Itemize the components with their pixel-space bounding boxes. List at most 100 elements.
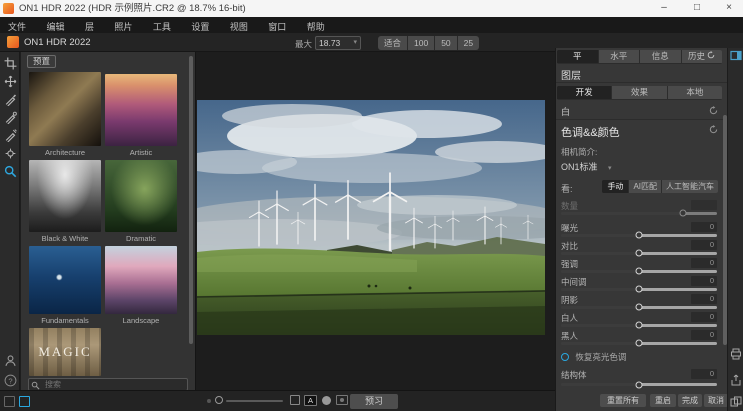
compare-toggle-icon[interactable]	[290, 395, 300, 405]
retouch-brush-icon[interactable]	[4, 129, 17, 142]
minimize-button[interactable]: –	[650, 0, 678, 17]
preset-dramatic-thumb[interactable]	[105, 160, 177, 232]
tool-rail: ?	[0, 52, 20, 390]
tab-info[interactable]: 信息	[640, 50, 681, 63]
contrast-value[interactable]: 0	[691, 240, 717, 250]
whites-slider-row: 白人 0	[561, 312, 717, 330]
mask-bug-icon[interactable]	[4, 147, 17, 160]
blacks-slider[interactable]	[561, 342, 717, 345]
zoom-slider-track[interactable]	[226, 400, 283, 402]
move-tool-icon[interactable]	[4, 75, 17, 88]
slider-knob[interactable]	[636, 286, 643, 293]
slider-knob[interactable]	[679, 210, 686, 217]
exposure-value[interactable]: 0	[691, 222, 717, 232]
slider-knob[interactable]	[636, 381, 643, 388]
close-button[interactable]: ×	[715, 0, 743, 17]
structure-slider[interactable]	[561, 383, 717, 386]
preset-architecture-thumb[interactable]	[29, 72, 101, 146]
fit-button[interactable]: 适合	[378, 36, 407, 50]
tab-history[interactable]: 历史	[682, 50, 723, 63]
zoom-max-label: 最大	[295, 38, 312, 50]
camera-profile-dropdown[interactable]: ON1标准 ▾	[561, 160, 718, 173]
browse-mode-icon[interactable]	[4, 396, 15, 407]
edit-mode-icon[interactable]	[19, 396, 30, 407]
midtones-value[interactable]: 0	[691, 276, 717, 286]
preset-black-white-thumb[interactable]	[29, 160, 101, 232]
preset-fundamentals-thumb[interactable]	[29, 246, 101, 314]
zoom-100-button[interactable]: 100	[408, 36, 434, 50]
search-input[interactable]	[43, 379, 183, 390]
tab-local[interactable]: 本地	[668, 86, 722, 99]
zoom-value-dropdown[interactable]: 18.73▾	[315, 36, 361, 50]
help-icon[interactable]: ?	[4, 374, 17, 387]
reset-all-button[interactable]: 重置所有	[600, 394, 646, 407]
tone-ai-match-button[interactable]: AI匹配	[629, 180, 661, 193]
mask-view-icon[interactable]	[322, 396, 331, 405]
zoom-25-button[interactable]: 25	[458, 36, 479, 50]
printer-icon[interactable]	[730, 348, 742, 360]
contrast-slider[interactable]	[561, 252, 717, 255]
preview-button[interactable]: 预习	[350, 394, 398, 409]
export-icon[interactable]	[730, 374, 742, 386]
slider-knob[interactable]	[636, 304, 643, 311]
adjustment-brush-icon[interactable]	[4, 93, 17, 106]
restore-highlights-toggle[interactable]: 恢复亮光色调	[561, 351, 718, 363]
contrast-slider-row: 对比 0	[561, 240, 717, 258]
done-button[interactable]: 完成	[678, 394, 702, 407]
blacks-value[interactable]: 0	[691, 330, 717, 340]
whites-slider[interactable]	[561, 324, 717, 327]
photo-wind-turbines[interactable]	[197, 100, 545, 335]
tone-mode-label: 看:	[561, 184, 573, 194]
shadows-slider[interactable]	[561, 306, 717, 309]
eraser-brush-icon[interactable]	[4, 111, 17, 124]
slider-knob[interactable]	[636, 322, 643, 329]
show-original-icon[interactable]: A	[304, 395, 317, 406]
tone-color-header[interactable]: 色调&&颜色	[561, 124, 718, 140]
tone-manual-button[interactable]: 手动	[602, 180, 628, 193]
preset-landscape-thumb[interactable]	[105, 246, 177, 314]
structure-value[interactable]: 0	[691, 369, 717, 379]
face-ai-icon[interactable]	[4, 354, 17, 367]
zoom-out-dot-icon[interactable]	[207, 399, 211, 403]
tab-develop[interactable]: 开发	[557, 86, 611, 99]
preset-fundamentals-label: Fundamentals	[29, 316, 101, 325]
cancel-button[interactable]: 取消	[704, 394, 728, 407]
tone-color-reset-icon[interactable]	[709, 125, 718, 137]
compare-view-icon[interactable]	[730, 396, 742, 408]
slider-knob[interactable]	[636, 232, 643, 239]
zoom-50-button[interactable]: 50	[435, 36, 456, 50]
highlights-value[interactable]: 0	[691, 258, 717, 268]
whites-value[interactable]: 0	[691, 312, 717, 322]
midtones-label: 中间调	[561, 276, 587, 288]
amount-value[interactable]	[691, 200, 717, 210]
zoom-view-tool-icon[interactable]	[4, 165, 17, 178]
panel-toggle-icon[interactable]	[730, 50, 742, 61]
toggle-circle-icon	[561, 353, 569, 361]
preset-artistic-thumb[interactable]	[105, 74, 177, 146]
soft-proof-icon[interactable]	[336, 395, 348, 405]
tab-effects[interactable]: 效果	[612, 86, 666, 99]
maximize-button[interactable]: □	[683, 0, 711, 17]
shadows-slider-row: 阴影 0	[561, 294, 717, 312]
canvas-area[interactable]	[196, 52, 555, 390]
slider-knob[interactable]	[636, 340, 643, 347]
slider-knob[interactable]	[636, 250, 643, 257]
highlights-slider[interactable]	[561, 270, 717, 273]
presets-tab[interactable]: 预置	[27, 55, 56, 68]
preset-magic-thumb[interactable]: MAGIC	[29, 328, 101, 376]
crop-tool-icon[interactable]	[4, 57, 17, 70]
titlebar: ON1 HDR 2022 (HDR 示例照片.CR2 @ 18.7% 16-bi…	[0, 0, 743, 17]
amount-slider[interactable]	[561, 212, 717, 215]
shadows-value[interactable]: 0	[691, 294, 717, 304]
midtones-slider[interactable]	[561, 288, 717, 291]
reset-button[interactable]: 重启	[650, 394, 676, 407]
zoom-slider-knob[interactable]	[215, 396, 223, 404]
tab-levels[interactable]: 水平	[599, 50, 640, 63]
tone-ai-auto-button[interactable]: 人工智能汽车	[662, 180, 718, 193]
slider-knob[interactable]	[636, 268, 643, 275]
tab-nav[interactable]: 平	[557, 50, 598, 63]
preset-scrollbar[interactable]	[189, 56, 193, 344]
exposure-slider[interactable]	[561, 234, 717, 237]
zoom-value: 18.73	[319, 38, 340, 48]
reset-icon[interactable]	[709, 106, 718, 117]
